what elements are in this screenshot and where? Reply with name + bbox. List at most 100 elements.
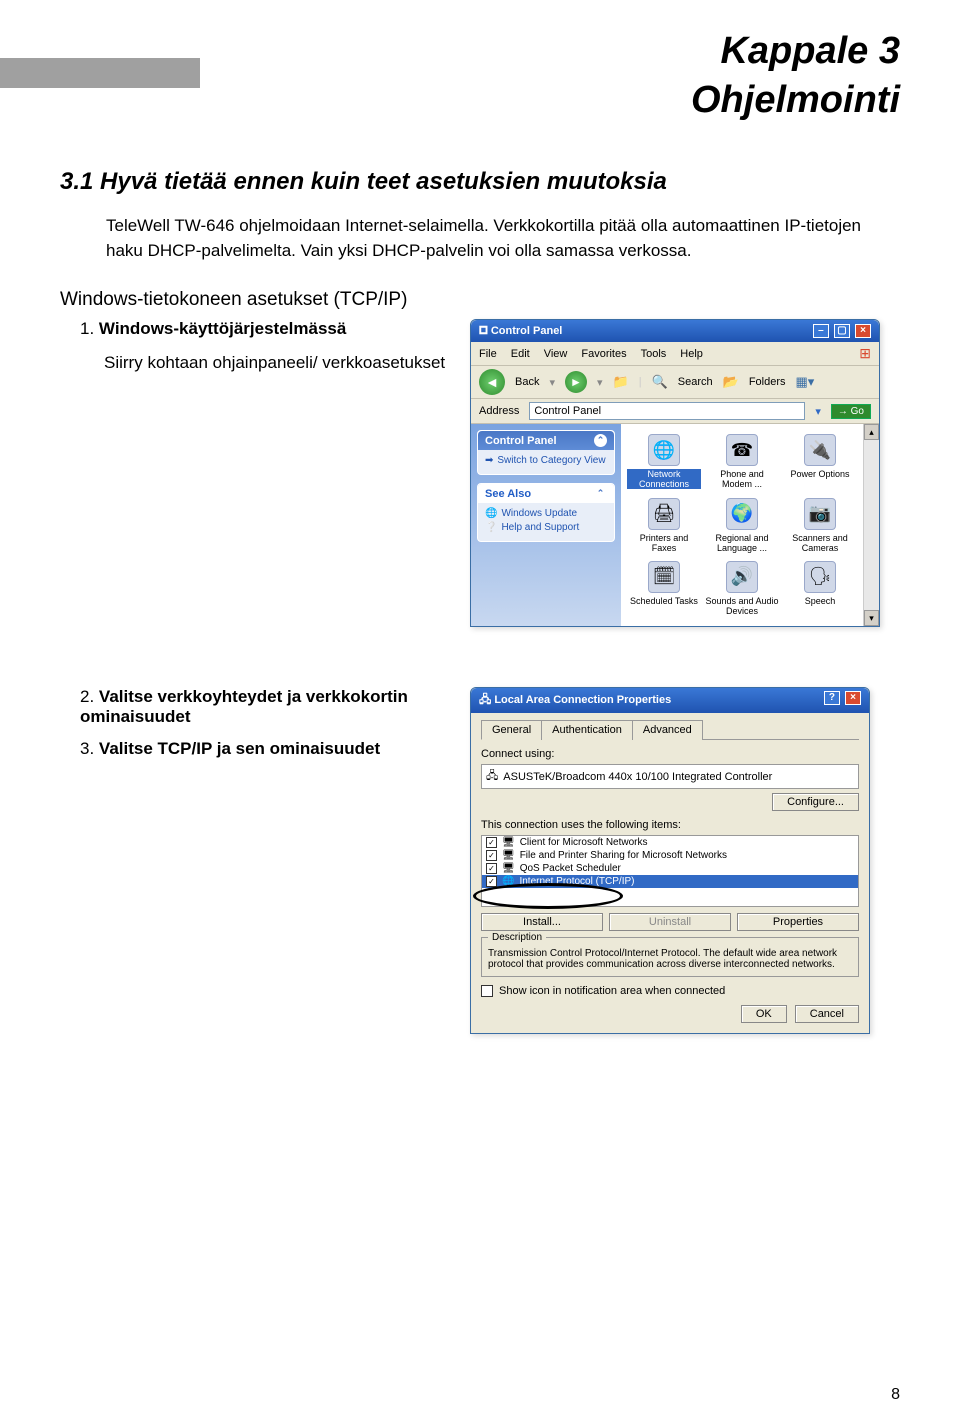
cancel-button[interactable]: Cancel xyxy=(795,1005,859,1023)
cp-icon-glyph: 🗣 xyxy=(804,561,836,593)
item-file-sharing[interactable]: ✓🖥File and Printer Sharing for Microsoft… xyxy=(482,849,858,862)
search-icon[interactable]: 🔍 xyxy=(652,374,668,390)
step1-sub: Siirry kohtaan ohjainpaneeli/ verkkoaset… xyxy=(104,353,460,373)
cp-icon[interactable]: 🖨Printers and Faxes xyxy=(627,498,701,553)
window-buttons: – ▢ × xyxy=(811,324,871,338)
uninstall-button[interactable]: Uninstall xyxy=(609,913,731,931)
show-icon-label: Show icon in notification area when conn… xyxy=(499,985,725,997)
cp-toolbar: ◄ Back ▾ ► ▾ 📁 | 🔍 Search 📂 Folders ▦▾ xyxy=(471,366,879,399)
step3-title: Valitse TCP/IP ja sen ominaisuudet xyxy=(99,739,380,758)
control-panel-window: 🞒 Control Panel – ▢ × File Edit View Fav… xyxy=(470,319,880,627)
close-button[interactable]: × xyxy=(855,324,871,338)
header-bar xyxy=(0,58,200,88)
chevron-icon[interactable]: ⌃ xyxy=(594,434,607,447)
cp-icon-glyph: 🖨 xyxy=(648,498,680,530)
cp-icon[interactable]: 🔊Sounds and Audio Devices xyxy=(705,561,779,616)
views-icon[interactable]: ▦▾ xyxy=(796,374,815,390)
nic-icon: 🖧 xyxy=(486,767,498,786)
step1-title: Windows-käyttöjärjestelmässä xyxy=(99,319,346,338)
prop-titlebar: 🖧 Local Area Connection Properties ? × xyxy=(471,688,869,713)
cp-icon[interactable]: 🌐 Network Connections xyxy=(627,434,701,489)
properties-button[interactable]: Properties xyxy=(737,913,859,931)
tab-general[interactable]: General xyxy=(481,720,542,740)
folders-icon[interactable]: 📂 xyxy=(723,374,739,390)
folders-label: Folders xyxy=(749,376,786,388)
back-button[interactable]: ◄ xyxy=(479,369,505,395)
close-button[interactable]: × xyxy=(845,691,861,705)
windows-update-link[interactable]: 🌐 Windows Update xyxy=(485,508,607,519)
chapter-title: Kappale 3 xyxy=(200,30,900,73)
show-icon-checkbox[interactable] xyxy=(481,985,493,997)
cp-addressbar: Address ▾ → Go xyxy=(471,399,879,424)
cp-icon-label: Scanners and Cameras xyxy=(783,533,857,553)
maximize-button[interactable]: ▢ xyxy=(834,324,850,338)
items-listbox[interactable]: ✓🖥Client for Microsoft Networks ✓🖥File a… xyxy=(481,835,859,907)
sidebox2-title: See Also xyxy=(485,488,531,500)
xp-flag-icon: ⊞ xyxy=(859,345,871,362)
cp-icon-glyph: 🌍 xyxy=(726,498,758,530)
install-button[interactable]: Install... xyxy=(481,913,603,931)
prop-tabs: General Authentication Advanced xyxy=(481,719,859,740)
menu-help[interactable]: Help xyxy=(680,348,703,360)
search-label: Search xyxy=(678,376,713,388)
menu-tools[interactable]: Tools xyxy=(641,348,667,360)
cp-icon[interactable]: 🗓 Scheduled Tasks xyxy=(627,561,701,616)
cp-icon[interactable]: 🌍 Regional and Language ... xyxy=(705,498,779,553)
scrollbar[interactable]: ▴ ▾ xyxy=(863,424,879,626)
prop-title-text: Local Area Connection Properties xyxy=(494,694,671,706)
cp-icon-label: Regional and Language ... xyxy=(705,533,779,553)
help-button[interactable]: ? xyxy=(824,691,840,705)
item-tcpip[interactable]: ✓🌐Internet Protocol (TCP/IP) xyxy=(482,875,858,888)
section-paragraph: TeleWell TW-646 ohjelmoidaan Internet-se… xyxy=(106,214,900,263)
ok-button[interactable]: OK xyxy=(741,1005,787,1023)
adapter-name: ASUSTeK/Broadcom 440x 10/100 Integrated … xyxy=(503,771,772,783)
scroll-up-button[interactable]: ▴ xyxy=(864,424,879,440)
cp-icon-label: Phone and Modem ... xyxy=(705,469,779,489)
item-qos[interactable]: ✓🖥QoS Packet Scheduler xyxy=(482,862,858,875)
step2-num: 2. xyxy=(80,687,94,706)
menu-edit[interactable]: Edit xyxy=(511,348,530,360)
cp-icon-glyph: 📷 xyxy=(804,498,836,530)
chevron-icon[interactable]: ⌃ xyxy=(594,487,607,500)
cp-icon[interactable]: 🗣Speech xyxy=(783,561,857,616)
tab-advanced[interactable]: Advanced xyxy=(632,720,703,740)
step3-num: 3. xyxy=(80,739,94,758)
cp-icon-glyph: ☎ xyxy=(726,434,758,466)
cp-icon-label: Sounds and Audio Devices xyxy=(705,596,779,616)
address-input[interactable] xyxy=(529,402,805,420)
minimize-button[interactable]: – xyxy=(813,324,829,338)
go-button[interactable]: → Go xyxy=(831,404,871,419)
up-icon[interactable]: 📁 xyxy=(613,374,629,390)
item-client[interactable]: ✓🖥Client for Microsoft Networks xyxy=(482,836,858,849)
cp-icon-glyph: 🌐 xyxy=(648,434,680,466)
sidebox1-title: Control Panel xyxy=(485,435,557,447)
menu-view[interactable]: View xyxy=(544,348,568,360)
cp-title-text: 🞒 Control Panel xyxy=(479,325,562,338)
page-number: 8 xyxy=(891,1386,900,1404)
cp-icon-label: Scheduled Tasks xyxy=(627,596,701,606)
step2-title: Valitse verkkoyhteydet ja verkkokortin o… xyxy=(80,687,408,726)
cp-icon[interactable]: ☎ Phone and Modem ... xyxy=(705,434,779,489)
connect-using-label: Connect using: xyxy=(481,748,859,760)
address-label: Address xyxy=(479,405,519,417)
description-text: Transmission Control Protocol/Internet P… xyxy=(488,948,852,970)
tab-authentication[interactable]: Authentication xyxy=(541,720,633,740)
description-label: Description xyxy=(488,932,546,943)
menu-file[interactable]: File xyxy=(479,348,497,360)
menu-favorites[interactable]: Favorites xyxy=(581,348,626,360)
help-support-link[interactable]: ❔ Help and Support xyxy=(485,522,607,533)
chapter-subtitle: Ohjelmointi xyxy=(200,79,900,122)
cp-icon[interactable]: 🔌Power Options xyxy=(783,434,857,489)
switch-category-link[interactable]: ➡ Switch to Category View xyxy=(485,455,607,466)
cp-icon[interactable]: 📷 Scanners and Cameras xyxy=(783,498,857,553)
forward-button[interactable]: ► xyxy=(565,371,587,393)
cp-icon-label: Network Connections xyxy=(627,469,701,489)
configure-button[interactable]: Configure... xyxy=(772,793,859,811)
back-label: Back xyxy=(515,376,539,388)
scroll-down-button[interactable]: ▾ xyxy=(864,610,879,626)
cp-titlebar: 🞒 Control Panel – ▢ × xyxy=(471,320,879,342)
cp-icon-grid: 🌐 Network Connections ☎ Phone and Modem ...… xyxy=(621,424,863,626)
cp-icon-glyph: 🗓 xyxy=(648,561,680,593)
cp-icon-label: Power Options xyxy=(783,469,857,479)
adapter-field: 🖧 ASUSTeK/Broadcom 440x 10/100 Integrate… xyxy=(481,764,859,789)
